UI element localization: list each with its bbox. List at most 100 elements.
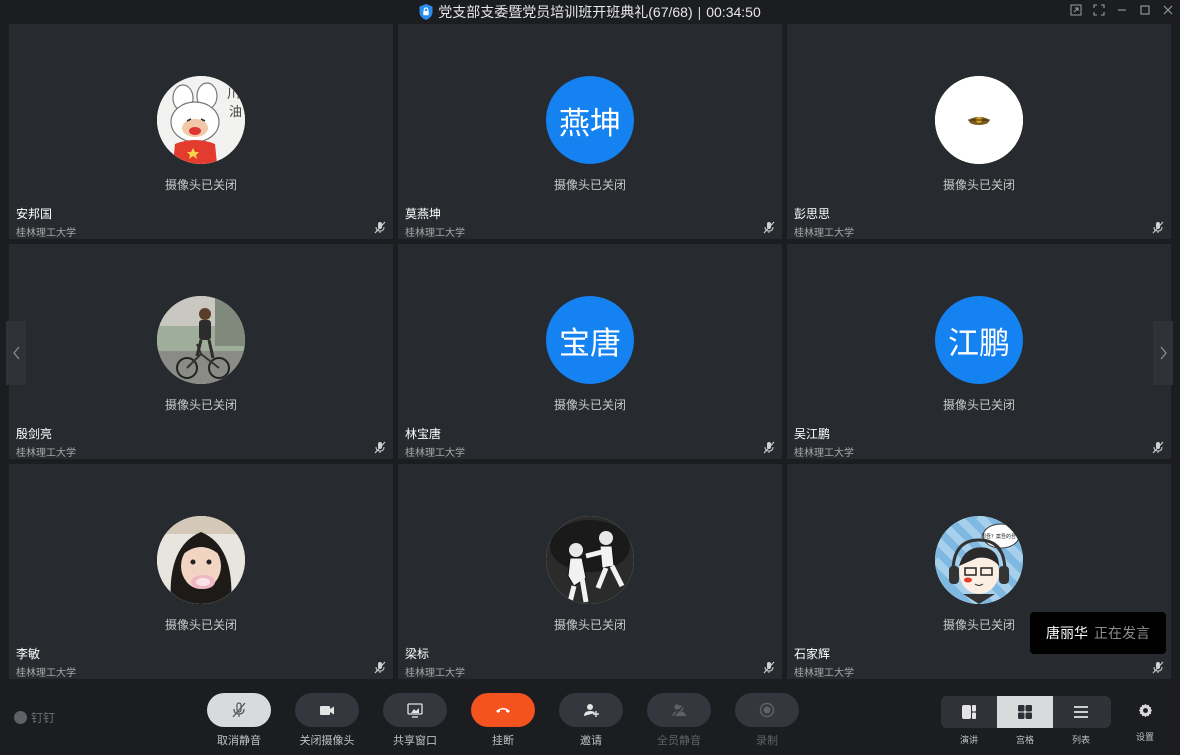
- participant-tile[interactable]: 摄像头已关闭 彭思思 桂林理工大学: [787, 24, 1171, 239]
- participant-tile[interactable]: 宝唐 摄像头已关闭 林宝唐 桂林理工大学: [398, 244, 782, 459]
- hang-up-button[interactable]: 挂断: [471, 693, 535, 748]
- participant-name: 莫燕坤: [405, 207, 442, 221]
- chevron-left-icon: [12, 346, 19, 360]
- record-button[interactable]: 录制: [735, 693, 799, 748]
- grid-view-button[interactable]: [997, 696, 1053, 728]
- camera-off-status: 摄像头已关闭: [942, 398, 1015, 412]
- mic-muted-icon: [374, 221, 386, 234]
- dingtalk-logo-icon: [14, 711, 27, 724]
- view-mode-labels: 演讲 宫格 列表: [941, 733, 1111, 746]
- close-icon: [1163, 5, 1172, 14]
- participant-tile[interactable]: 川 油 摄像头已关闭 安邦国 桂林理工大学: [9, 24, 393, 239]
- share-window-button[interactable]: 共享窗口: [383, 693, 447, 748]
- close-button[interactable]: [1161, 3, 1174, 16]
- window-controls: [1069, 3, 1174, 16]
- mute-all-label: 全员静音: [657, 735, 701, 747]
- mic-muted-icon: [763, 221, 775, 234]
- camera-pill: [295, 693, 359, 727]
- participant-org: 桂林理工大学: [794, 228, 854, 239]
- participant-name: 李敏: [16, 647, 41, 661]
- chevron-right-icon: [1160, 346, 1167, 360]
- mic-muted-icon: [763, 661, 775, 674]
- participant-name: 石家辉: [794, 647, 831, 661]
- participant-org: 桂林理工大学: [16, 228, 76, 239]
- participant-avatar: [157, 516, 245, 604]
- settings-button[interactable]: 设置: [1132, 703, 1158, 743]
- fullscreen-button[interactable]: [1092, 3, 1105, 16]
- record-icon: [759, 702, 775, 718]
- minimize-button[interactable]: [1115, 3, 1128, 16]
- camera-off-status: 摄像头已关闭: [164, 618, 237, 632]
- share-label: 共享窗口: [393, 735, 437, 747]
- cartoon-rabbit-avatar-icon: 川 油: [157, 76, 245, 164]
- participant-grid: 川 油 摄像头已关闭 安邦国 桂林理工大学 燕坤 摄像头已关闭 莫燕坤 桂林理工…: [9, 24, 1171, 681]
- camera-off-status: 摄像头已关闭: [553, 398, 626, 412]
- mic-muted-icon: [374, 441, 386, 454]
- girl-photo-avatar-icon: [157, 516, 245, 604]
- meeting-title-group: 党支部支委暨党员培训班开班典礼(67/68) | 00:34:50: [419, 2, 761, 22]
- participant-tile[interactable]: 江鹏 摄像头已关闭 吴江鹏 桂林理工大学: [787, 244, 1171, 459]
- hangup-label: 挂断: [492, 735, 514, 747]
- speaker-view-icon: [962, 705, 976, 719]
- meeting-duration: 00:34:50: [706, 4, 761, 20]
- participant-org: 桂林理工大学: [16, 448, 76, 459]
- participant-avatar: [546, 516, 634, 604]
- grid-view-label: 宫格: [1015, 735, 1034, 745]
- participant-tile[interactable]: 摄像头已关闭 梁标 桂林理工大学: [398, 464, 782, 679]
- list-view-label: 列表: [1071, 735, 1090, 745]
- unmute-button[interactable]: 取消静音: [207, 693, 271, 748]
- mute-all-icon: [672, 703, 686, 718]
- participant-org: 桂林理工大学: [405, 448, 465, 459]
- minimize-icon: [1117, 8, 1126, 11]
- title-separator: |: [697, 4, 702, 20]
- svg-text:川: 川: [227, 87, 240, 102]
- turn-off-camera-button[interactable]: 关闭摄像头: [295, 693, 359, 748]
- gear-icon: [1138, 703, 1152, 718]
- list-view-icon: [1074, 706, 1088, 718]
- next-page-button[interactable]: [1153, 321, 1173, 385]
- participant-org: 桂林理工大学: [405, 668, 465, 679]
- participant-name: 安邦国: [16, 207, 53, 221]
- participant-tile[interactable]: 燕坤 摄像头已关闭 莫燕坤 桂林理工大学: [398, 24, 782, 239]
- participant-org: 桂林理工大学: [794, 668, 854, 679]
- mute-all-button[interactable]: 全员静音: [647, 693, 711, 748]
- security-shield-icon: [419, 4, 433, 20]
- participant-avatar: 周吾？案吾的吾？: [935, 516, 1023, 604]
- unmute-label: 取消静音: [217, 735, 261, 747]
- participant-org: 桂林理工大学: [794, 448, 854, 459]
- participant-avatar: 宝唐: [546, 296, 634, 384]
- meeting-toolbar: 钉钉 取消静音 关闭摄像头 共享窗口 挂断 邀请 全员静音 录制 演讲 宫格 列…: [0, 681, 1180, 755]
- invite-button[interactable]: 邀请: [559, 693, 623, 748]
- participant-name: 林宝唐: [405, 427, 442, 441]
- popout-icon: [1070, 4, 1081, 15]
- share-screen-icon: [407, 703, 423, 718]
- participant-tile[interactable]: 摄像头已关闭 殷剑亮 桂林理工大学: [9, 244, 393, 459]
- list-view-button[interactable]: [1053, 696, 1109, 728]
- popout-button[interactable]: [1069, 3, 1082, 16]
- settings-label: 设置: [1135, 732, 1154, 742]
- fullscreen-icon: [1092, 3, 1105, 16]
- unmute-pill: [207, 693, 271, 727]
- maximize-button[interactable]: [1138, 3, 1151, 16]
- camera-off-status: 摄像头已关闭: [164, 398, 237, 412]
- emblem-avatar-icon: [935, 76, 1023, 164]
- hangup-pill: [471, 693, 535, 727]
- camera-off-status: 摄像头已关闭: [942, 178, 1015, 192]
- mic-muted-icon: [1152, 221, 1164, 234]
- invite-label: 邀请: [580, 735, 602, 747]
- mic-muted-icon: [763, 441, 775, 454]
- participant-tile[interactable]: 摄像头已关闭 李敏 桂林理工大学: [9, 464, 393, 679]
- mic-muted-icon: [1152, 661, 1164, 674]
- invite-pill: [559, 693, 623, 727]
- participant-name: 吴江鹏: [794, 427, 831, 441]
- camera-off-status: 摄像头已关闭: [553, 618, 626, 632]
- active-speaker-toast: 唐丽华 正在发言: [1030, 612, 1166, 654]
- record-pill: [735, 693, 799, 727]
- record-label: 录制: [756, 735, 778, 747]
- previous-page-button[interactable]: [6, 321, 26, 385]
- active-speaker-name: 唐丽华: [1046, 625, 1088, 641]
- camera-icon: [320, 706, 334, 715]
- speaker-view-button[interactable]: [941, 696, 997, 728]
- participant-avatar: [935, 76, 1023, 164]
- dingtalk-brand: 钉钉: [14, 709, 55, 726]
